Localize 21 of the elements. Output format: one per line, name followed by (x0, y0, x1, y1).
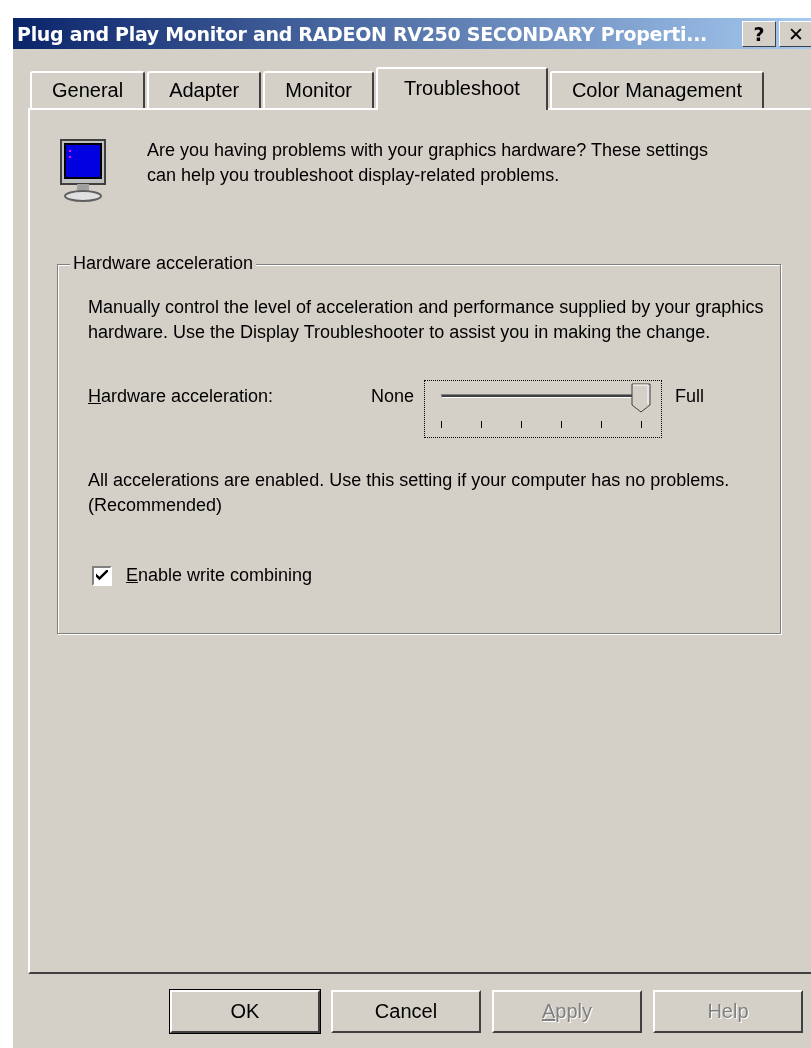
checkmark-icon (96, 569, 108, 582)
tab[interactable]: General (30, 71, 146, 108)
close-button[interactable]: ✕ (779, 20, 811, 47)
description-text: Manually control the level of acceleration and performance supplied by your graphics hardware. Use the Display Troubleshooter to assist you in making the change. (88, 296, 765, 344)
slider-thumb[interactable] (631, 383, 652, 413)
intro-text: Are you having problems with your graphics hardware? These settings can help you troubleshoot display-related problems. (147, 139, 709, 187)
tab[interactable]: Adapter (147, 71, 262, 108)
slider-label: Hardware acceleration: (88, 385, 275, 407)
dialog-button[interactable]: OK (170, 990, 320, 1033)
window-title: Plug and Play Monitor and RADEON RV250 SECONDARY Properti... (17, 22, 709, 45)
tab[interactable]: Troubleshoot (375, 67, 548, 110)
tab[interactable]: Color Management (549, 71, 764, 108)
tab[interactable]: Monitor (263, 71, 374, 108)
max-label: Full (675, 385, 705, 407)
acceleration-slider[interactable] (424, 380, 663, 438)
min-label: None (371, 385, 415, 407)
checkbox-label[interactable]: Enable write combining (126, 565, 313, 586)
dialog-button[interactable]: Cancel (331, 990, 481, 1033)
checkbox[interactable] (92, 565, 112, 586)
help-button[interactable]: ? (742, 20, 776, 47)
status-text: All accelerations are enabled. Use this setting if your computer has no problems. (Recommended) (88, 469, 731, 517)
